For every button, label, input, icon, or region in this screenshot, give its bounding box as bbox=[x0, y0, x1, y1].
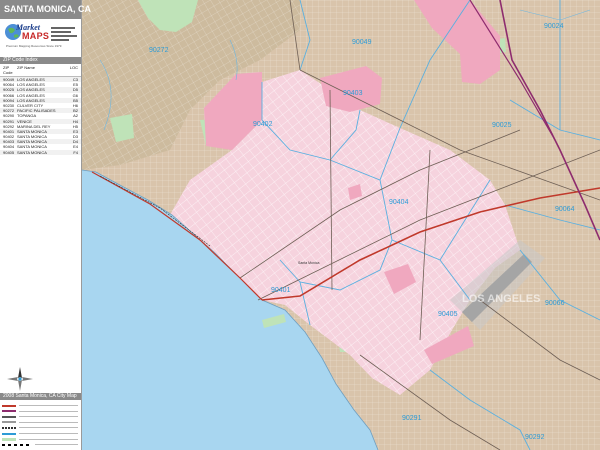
legend-row-railroad bbox=[2, 426, 78, 430]
map-legend bbox=[2, 402, 78, 446]
zip-index-code: 90405 bbox=[3, 149, 15, 155]
name-col-header: ZIP Name bbox=[17, 65, 35, 70]
legend-sidebar: SANTA MONICA, CA Market MAPS Premium Map… bbox=[0, 0, 91, 450]
brand-contact-block bbox=[51, 25, 79, 43]
legend-row-interstate bbox=[2, 404, 78, 408]
zip-label-90291: 90291 bbox=[402, 415, 422, 422]
zip-label-90066: 90066 bbox=[545, 300, 565, 307]
zip-label-90292: 90292 bbox=[525, 434, 545, 441]
zip-label-90049: 90049 bbox=[352, 39, 372, 46]
zip-label-90405: 90405 bbox=[438, 311, 458, 318]
legend-row-zip-boundary bbox=[2, 432, 78, 436]
legend-row-highway bbox=[2, 409, 78, 413]
zip-index-table: 90049 LOS ANGELES C3 90064 LOS ANGELES E5 9002… bbox=[0, 77, 81, 155]
zip-index-heading: ZIP Code Index bbox=[0, 57, 81, 64]
zip-label-90024: 90024 bbox=[544, 23, 564, 30]
zip-col-header: ZIP Code bbox=[3, 65, 13, 75]
zip-label-90403: 90403 bbox=[343, 90, 363, 97]
brand-tagline: Premium Mapping Resources Since 1979 bbox=[6, 44, 62, 48]
loc-col-header: LOC bbox=[69, 65, 78, 70]
watermark-los-angeles: LOS ANGELES bbox=[462, 293, 540, 305]
brand-name-maps: MAPS bbox=[22, 31, 50, 41]
legend-row-street bbox=[2, 420, 78, 424]
zip-label-90025: 90025 bbox=[492, 122, 512, 129]
legend-row-major-road bbox=[2, 415, 78, 419]
city-map: 90272 90049 90024 90403 90402 90025 9040… bbox=[82, 0, 600, 450]
zip-label-90404: 90404 bbox=[389, 199, 409, 206]
legend-row-scale bbox=[2, 443, 78, 447]
legend-row-park bbox=[2, 437, 78, 441]
compass-rose-icon bbox=[7, 367, 33, 391]
map-poster: SANTA MONICA, CA Market MAPS Premium Map… bbox=[0, 0, 600, 450]
zip-index-loc: F4 bbox=[73, 149, 78, 155]
zip-index-row: 90405 SANTA MONICA F4 bbox=[0, 149, 81, 155]
map-info-heading: 2008 Santa Monica, CA City Map bbox=[0, 393, 81, 400]
map-title: SANTA MONICA, CA bbox=[0, 0, 91, 19]
brand-logo: Market MAPS Premium Mapping Resources Si… bbox=[0, 21, 81, 55]
zip-index-header-row: ZIP Code ZIP Name LOC bbox=[0, 64, 81, 77]
zip-label-90402: 90402 bbox=[253, 121, 273, 128]
zip-label-90064: 90064 bbox=[555, 206, 575, 213]
zip-label-90272: 90272 bbox=[149, 47, 169, 54]
zip-index-name: SANTA MONICA bbox=[17, 149, 47, 155]
zip-label-90401: 90401 bbox=[271, 287, 291, 294]
place-label-santa-monica: Santa Monica bbox=[298, 261, 319, 265]
